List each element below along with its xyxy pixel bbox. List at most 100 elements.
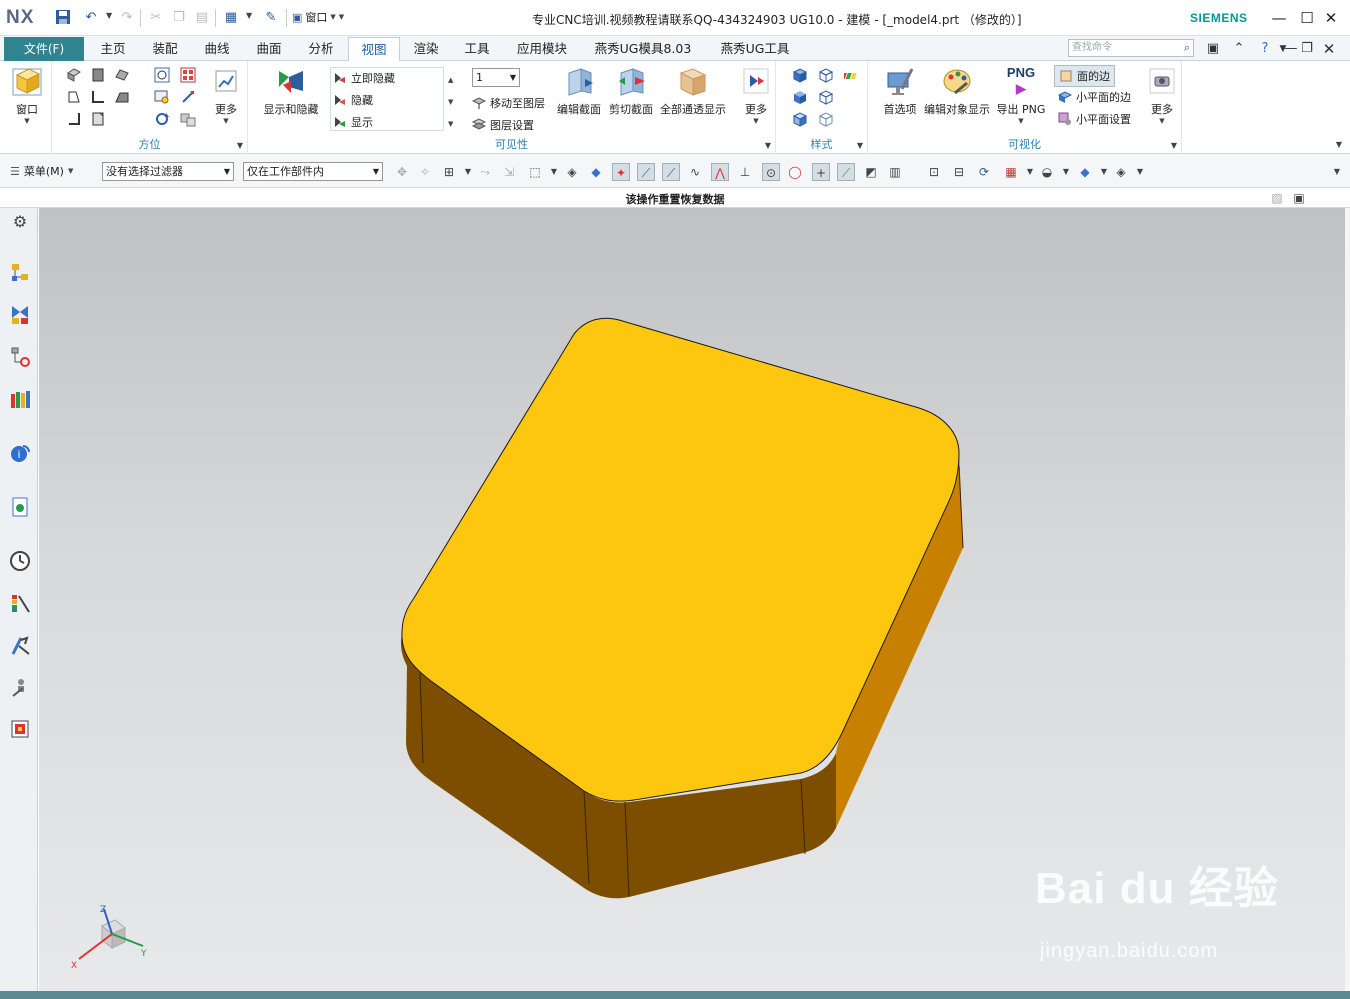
render-style-icon[interactable]: ◆ <box>1076 163 1094 181</box>
export-png-button[interactable]: PNG ▶ 导出 PNG ▼ <box>996 65 1046 125</box>
visibility-group-arrow-icon[interactable]: ▼ <box>765 141 771 150</box>
command-search-input[interactable]: 查找命令 ⌕ <box>1068 39 1194 57</box>
work-layer-dropdown[interactable]: 1 ▼ <box>472 68 520 87</box>
render-style-dropdown-icon[interactable]: ▼ <box>1095 163 1113 181</box>
system-materials-icon[interactable] <box>9 592 31 614</box>
tab-assembly[interactable]: 装配 <box>140 37 190 61</box>
tab-view[interactable]: 视图 <box>348 37 400 61</box>
left-view-icon[interactable] <box>90 89 106 105</box>
facet-settings-item[interactable]: 小平面设置 <box>1058 111 1131 127</box>
part-navigator-icon[interactable] <box>9 346 31 368</box>
intersection-snap-icon[interactable]: ⋀ <box>711 163 729 181</box>
tab-analysis[interactable]: 分析 <box>296 37 346 61</box>
layer-settings-item[interactable]: 图层设置 <box>471 117 534 133</box>
touch-mode-icon[interactable]: ✎ <box>262 9 280 27</box>
window-switch-dropdown-icon[interactable]: ▼ <box>246 11 252 20</box>
undo-icon[interactable]: ↶ <box>82 9 100 27</box>
point-on-curve-icon[interactable]: ⟋ <box>837 163 855 181</box>
midpoint-snap-icon[interactable]: ⟋ <box>662 163 680 181</box>
partially-shaded-icon[interactable] <box>792 111 808 127</box>
trimetric-view-icon[interactable] <box>66 67 82 83</box>
quadrant-snap-icon[interactable]: ◯ <box>786 163 804 181</box>
close-icon[interactable]: ✕ <box>1320 8 1342 28</box>
hidden-wireframe-icon[interactable] <box>818 89 834 105</box>
tab-surface[interactable]: 曲面 <box>244 37 294 61</box>
maximize-icon[interactable]: ☐ <box>1296 8 1318 28</box>
rotate-icon[interactable] <box>154 111 170 127</box>
save-icon[interactable] <box>54 9 72 27</box>
bounded-grid-icon[interactable]: ▥ <box>886 163 904 181</box>
history-icon[interactable] <box>9 496 31 518</box>
layout-icon[interactable] <box>180 67 196 83</box>
tab-application[interactable]: 应用模块 <box>506 37 578 61</box>
right-view-icon[interactable] <box>114 89 130 105</box>
assembly-navigator-icon[interactable] <box>9 262 31 284</box>
file-menu-tab[interactable]: 文件(F) <box>4 37 84 61</box>
show-hide-toolbar-dropdown-icon[interactable]: ▼ <box>1131 163 1149 181</box>
orient-view-dropdown-icon[interactable]: ▼ <box>1057 163 1075 181</box>
collapse-ribbon-icon[interactable]: ⌃ <box>1230 40 1248 58</box>
reuse-library-icon[interactable] <box>9 388 31 410</box>
process-studio-icon[interactable] <box>9 634 31 656</box>
preferences-button[interactable]: 首选项 <box>878 65 922 117</box>
web-browser-icon[interactable]: i <box>9 442 31 464</box>
help-icon[interactable]: ? <box>1256 40 1274 58</box>
main-menu-button[interactable]: ☰ 菜单(M) ▼ <box>10 163 73 179</box>
visualization-more-button[interactable]: 更多 ▼ <box>1144 65 1180 125</box>
back-view-icon[interactable] <box>90 111 106 127</box>
show-hide-toolbar-icon[interactable]: ◈ <box>1112 163 1130 181</box>
tab-tools[interactable]: 工具 <box>452 37 502 61</box>
perpendicular-snap-icon[interactable]: ⊥ <box>736 163 754 181</box>
visibility-more-button[interactable]: 更多 ▼ <box>738 65 774 125</box>
cue-minimize-icon[interactable]: ▨ <box>1268 189 1286 207</box>
minimize-icon[interactable]: — <box>1268 8 1290 28</box>
edit-section-button[interactable]: 编辑截面 <box>552 65 606 117</box>
select-by-name-icon[interactable]: ⇲ <box>500 163 518 181</box>
gallery-scroll-icon[interactable]: ▲ ▼ ▼ <box>448 69 453 135</box>
general-selection-icon[interactable]: ✥ <box>393 163 411 181</box>
clip-section-button[interactable]: 剪切截面 <box>606 65 656 117</box>
bottom-view-icon[interactable] <box>66 111 82 127</box>
tab-curve[interactable]: 曲线 <box>192 37 242 61</box>
customize-icon[interactable]: ▼ <box>339 13 344 21</box>
type-filter-dropdown[interactable]: 没有选择过滤器 ▼ <box>102 162 234 181</box>
show-item[interactable]: 显示 <box>333 114 373 130</box>
rotate-view-icon[interactable]: ⟳ <box>975 163 993 181</box>
part-restore-icon[interactable]: ❐ <box>1298 40 1316 58</box>
orient-view-icon[interactable]: ◒ <box>1038 163 1056 181</box>
solid-body-filter-icon[interactable]: ◈ <box>563 163 581 181</box>
select-all-dropdown-icon[interactable]: ▼ <box>459 163 477 181</box>
constraint-navigator-icon[interactable] <box>9 304 31 326</box>
immediate-hide-item[interactable]: 立即隐藏 <box>333 70 395 86</box>
zoom-view-icon[interactable]: ⊟ <box>950 163 968 181</box>
clock-icon[interactable] <box>9 550 31 572</box>
studio-icon[interactable] <box>844 67 860 83</box>
view-triad[interactable]: Z Y X <box>67 904 157 974</box>
tab-yanxiu-mold[interactable]: 燕秀UG模具8.03 <box>586 37 700 61</box>
ribbon-options-icon[interactable]: ▼ <box>1336 140 1342 149</box>
show-hide-button[interactable]: 显示和隐藏 <box>260 65 322 117</box>
endpoint-snap-icon[interactable]: ⟋ <box>637 163 655 181</box>
deselect-icon[interactable]: ⤳ <box>476 163 494 181</box>
visualization-group-arrow-icon[interactable]: ▼ <box>1171 141 1177 150</box>
tab-home[interactable]: 主页 <box>88 37 138 61</box>
toolbar-options-icon[interactable]: ▼ <box>1328 163 1346 181</box>
tab-yanxiu-tools[interactable]: 燕秀UG工具 <box>710 37 800 61</box>
view-layout-icon[interactable]: ▦ <box>1002 163 1020 181</box>
edit-object-display-button[interactable]: 编辑对象显示 <box>924 65 990 117</box>
rectangle-select-icon[interactable]: ⬚ <box>526 163 544 181</box>
rectangle-select-dropdown-icon[interactable]: ▼ <box>545 163 563 181</box>
front-view-icon[interactable] <box>90 67 106 83</box>
snap-point-enable-icon[interactable]: ✦ <box>612 163 630 181</box>
fit-icon[interactable] <box>154 67 170 83</box>
shaded-with-edges-icon[interactable] <box>792 67 808 83</box>
tab-render[interactable]: 渲染 <box>402 37 450 61</box>
move-to-layer-item[interactable]: 移动至图层 <box>471 95 545 111</box>
face-edges-toggle[interactable]: 面的边 <box>1054 65 1115 87</box>
system-scene-icon[interactable] <box>9 718 31 740</box>
existing-point-snap-icon[interactable]: + <box>812 163 830 181</box>
cue-restore-icon[interactable]: ▣ <box>1290 189 1308 207</box>
static-wireframe-icon[interactable] <box>818 111 834 127</box>
window-style-icon[interactable]: ▣ <box>1204 40 1222 58</box>
restore-view-icon[interactable] <box>180 111 196 127</box>
